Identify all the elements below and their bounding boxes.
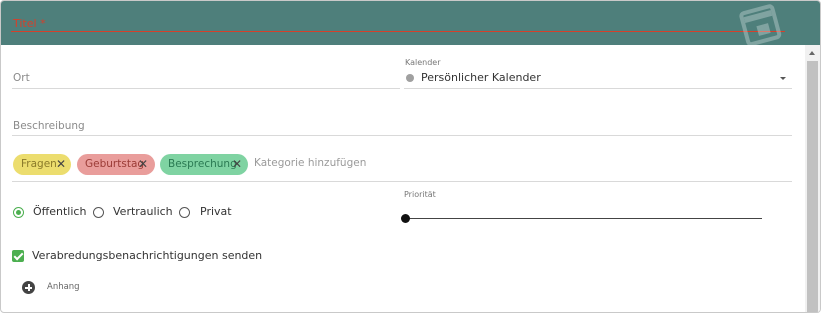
close-icon[interactable]: ✕ (232, 154, 242, 175)
scrollbar[interactable] (805, 45, 820, 312)
radio-private-label: Privat (200, 205, 232, 218)
categories-underline (12, 181, 792, 182)
chip-label: Besprechung (168, 158, 237, 170)
category-chip: Fragen ✕ (13, 154, 71, 175)
category-input[interactable]: Kategorie hinzufügen (254, 157, 366, 169)
priority-slider-track[interactable] (405, 218, 762, 219)
priority-slider-handle[interactable] (401, 214, 410, 223)
chip-label: Fragen (21, 158, 57, 170)
title-input[interactable] (11, 15, 785, 32)
radio-confidential-label: Vertraulich (113, 205, 173, 218)
chevron-down-icon[interactable] (780, 77, 786, 80)
dialog-header (1, 1, 820, 45)
calendar-value: Persönlicher Kalender (421, 71, 541, 84)
calendar-underline (404, 88, 792, 89)
chip-label: Geburtstag (85, 158, 145, 170)
description-underline (12, 135, 792, 136)
appointment-dialog: Ort Kalender Persönlicher Kalender Besch… (0, 0, 821, 313)
radio-private[interactable] (179, 207, 190, 218)
attachment-label: Anhang (47, 282, 80, 292)
location-underline (12, 88, 400, 89)
category-chip: Besprechung ✕ (160, 154, 248, 175)
calendar-color-dot (406, 74, 414, 82)
notifications-label: Verabredungsbenachrichtigungen senden (32, 249, 263, 262)
radio-public[interactable] (13, 207, 24, 218)
close-icon[interactable]: ✕ (138, 154, 148, 175)
close-icon[interactable]: ✕ (56, 154, 66, 175)
scroll-up-arrow-icon[interactable] (809, 51, 815, 55)
notifications-checkbox[interactable] (12, 250, 24, 262)
scrollbar-thumb[interactable] (807, 61, 818, 312)
radio-confidential[interactable] (93, 207, 104, 218)
add-attachment-icon[interactable] (22, 281, 35, 294)
calendar-icon (739, 4, 782, 45)
priority-label: Priorität (404, 190, 436, 199)
calendar-label: Kalender (405, 58, 441, 67)
location-input[interactable]: Ort (13, 72, 30, 84)
radio-public-label: Öffentlich (33, 205, 87, 218)
description-input[interactable]: Beschreibung (13, 120, 85, 132)
category-chip: Geburtstag ✕ (77, 154, 155, 175)
